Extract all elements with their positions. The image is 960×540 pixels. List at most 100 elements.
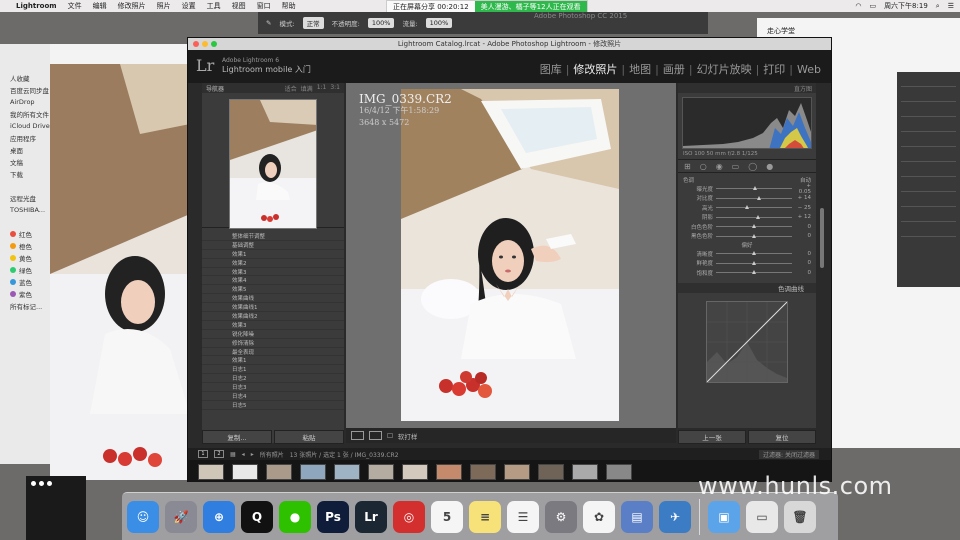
film-thumbnail[interactable]: [504, 464, 530, 480]
history-step[interactable]: 锐化降噪: [202, 330, 344, 339]
keynote-icon[interactable]: ▤: [621, 500, 653, 533]
slider-track[interactable]: [716, 224, 792, 229]
slider-track[interactable]: [716, 214, 792, 219]
film-thumbnail[interactable]: [232, 464, 258, 480]
previous-button[interactable]: 上一张: [678, 430, 746, 444]
opacity-field[interactable]: 100%: [367, 18, 395, 28]
history-step[interactable]: 效果4: [202, 276, 344, 286]
paste-button[interactable]: 粘贴: [274, 430, 344, 444]
finder-sidebar-item[interactable]: 紫色: [0, 288, 50, 300]
history-step[interactable]: 日志1: [202, 365, 344, 375]
grid-icon[interactable]: ▦: [230, 451, 236, 458]
menu-view[interactable]: 视图: [232, 1, 246, 11]
finder-sidebar-item[interactable]: 橙色: [0, 240, 50, 252]
slider-knob[interactable]: [753, 186, 758, 191]
history-step[interactable]: 最全表现: [202, 348, 344, 357]
slider-knob[interactable]: [756, 195, 761, 200]
safari-icon[interactable]: ⊕: [203, 500, 235, 533]
menu-photo[interactable]: 照片: [157, 1, 171, 11]
history-step[interactable]: 基础调整: [202, 241, 344, 250]
history-step[interactable]: 日志2: [202, 374, 344, 384]
film-thumbnail[interactable]: [266, 464, 292, 480]
film-thumbnail[interactable]: [300, 464, 326, 480]
finder-sidebar-item[interactable]: 红色: [0, 228, 50, 240]
finder-sidebar-item[interactable]: 桌面: [0, 144, 50, 156]
film-thumbnail[interactable]: [198, 464, 224, 480]
menu-edit[interactable]: 编辑: [93, 1, 107, 11]
radial-filter-icon[interactable]: ◯: [748, 162, 757, 171]
film-thumbnail[interactable]: [572, 464, 598, 480]
flow-field[interactable]: 100%: [425, 18, 453, 28]
finder-sidebar-item[interactable]: 我的所有文件: [0, 108, 50, 120]
module-slideshow[interactable]: 幻灯片放映: [693, 61, 756, 77]
close-button[interactable]: [193, 41, 199, 47]
slider-value[interactable]: 0: [795, 224, 812, 230]
navigator-preview[interactable]: [202, 93, 344, 229]
slider-track[interactable]: [716, 270, 792, 275]
secondary-display-button[interactable]: 2: [214, 450, 224, 458]
menu-app[interactable]: Lightroom: [16, 2, 57, 10]
history-step[interactable]: 效果3: [202, 268, 344, 277]
menu-window[interactable]: 窗口: [257, 1, 271, 11]
slider-knob[interactable]: [751, 270, 756, 275]
finder-sidebar-item[interactable]: AirDrop: [0, 96, 50, 108]
slider-knob[interactable]: [756, 214, 761, 219]
share-viewers[interactable]: 美人漫游、橘子等12人正在观看: [474, 1, 587, 12]
history-step[interactable]: 日志3: [202, 383, 344, 393]
zoom-1to1[interactable]: 1:1: [317, 84, 327, 93]
menu-tools[interactable]: 工具: [207, 1, 221, 11]
slider-knob[interactable]: [751, 251, 756, 256]
adjustment-slider[interactable]: 曝光度 + 0.05: [683, 183, 811, 195]
netease-music-icon[interactable]: ◎: [393, 500, 425, 533]
menu-develop[interactable]: 修改照片: [118, 1, 146, 11]
xcode-icon[interactable]: ✈: [659, 500, 691, 533]
module-print[interactable]: 打印: [759, 61, 789, 77]
calendar-icon[interactable]: 5: [431, 500, 463, 533]
zoom-fit[interactable]: 适合: [285, 84, 297, 93]
history-step[interactable]: 效果1: [202, 356, 344, 366]
history-step[interactable]: 日志5: [202, 401, 344, 410]
navigator-header[interactable]: 导航器 适合 填满 1:1 3:1: [202, 83, 344, 93]
slider-value[interactable]: 0: [795, 233, 812, 239]
film-thumbnail[interactable]: [470, 464, 496, 480]
slider-knob[interactable]: [751, 233, 756, 238]
loupe-view[interactable]: IMG_0339.CR2 16/4/12 下午1:58:29 3648 x 54…: [346, 83, 676, 428]
mode-select[interactable]: 正常: [302, 17, 324, 29]
menu-settings[interactable]: 设置: [182, 1, 196, 11]
reset-button[interactable]: 复位: [748, 430, 816, 444]
minimized-window[interactable]: [26, 476, 86, 540]
module-library[interactable]: 图库: [536, 61, 566, 77]
qq-icon[interactable]: Q: [241, 500, 273, 533]
history-step[interactable]: 效果1: [202, 250, 344, 259]
film-thumbnail[interactable]: [334, 464, 360, 480]
module-develop[interactable]: 修改照片: [569, 61, 621, 77]
lr-identity[interactable]: Adobe Lightroom 6 Lightroom mobile 入门: [222, 56, 311, 74]
history-step[interactable]: 效果曲线: [202, 294, 344, 304]
adjustment-slider[interactable]: 对比度 + 14: [683, 194, 811, 204]
history-step[interactable]: 修饰清除: [202, 339, 344, 348]
adjustment-slider[interactable]: 饱和度 0: [683, 268, 811, 278]
filter-select[interactable]: 过滤器: 关闭过滤器: [759, 449, 819, 459]
slider-value[interactable]: + 12: [795, 214, 811, 220]
film-thumbnail[interactable]: [402, 464, 428, 480]
slider-track[interactable]: [716, 251, 792, 256]
finder-sidebar-item[interactable]: 蓝色: [0, 276, 50, 288]
slider-value[interactable]: 0: [795, 260, 812, 266]
reminders-icon[interactable]: ☰: [507, 500, 539, 533]
finder-sidebar-item[interactable]: TOSHIBA...: [0, 204, 50, 216]
history-step[interactable]: 整体细节调整: [202, 232, 344, 241]
slider-value[interactable]: 0: [795, 251, 812, 257]
system-prefs-icon[interactable]: ⚙: [545, 500, 577, 533]
film-thumbnail[interactable]: [606, 464, 632, 480]
zoom-fill[interactable]: 填满: [301, 84, 313, 93]
photos-icon[interactable]: ✿: [583, 500, 615, 533]
histogram-header[interactable]: 直方图: [678, 83, 816, 93]
back-arrow-icon[interactable]: ◂: [242, 451, 245, 458]
clock[interactable]: 周六下午8:19: [884, 1, 928, 11]
adjustment-slider[interactable]: 清晰度 0: [683, 249, 811, 259]
history-step[interactable]: 效果曲线1: [202, 303, 344, 313]
adjustment-slider[interactable]: 白色色阶 0: [683, 222, 811, 232]
lightroom-icon[interactable]: Lr: [355, 500, 387, 533]
battery-icon[interactable]: ▭: [869, 2, 876, 10]
slider-value[interactable]: + 14: [795, 195, 811, 201]
